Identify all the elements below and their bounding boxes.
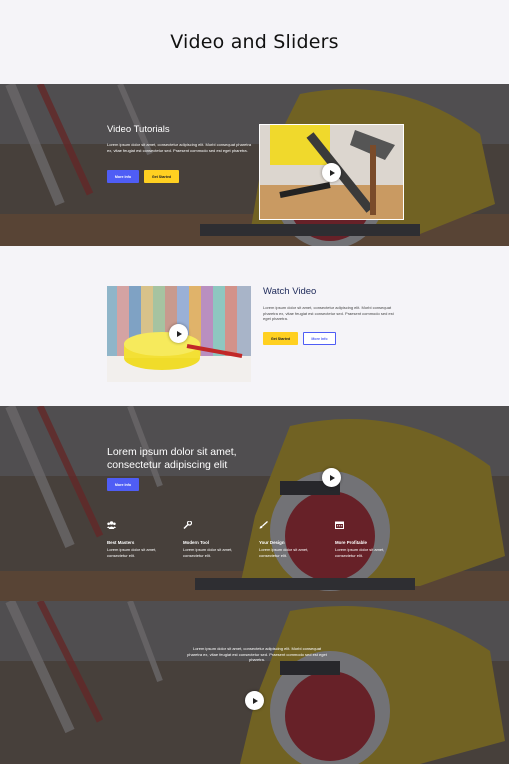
play-button[interactable] [245,691,264,710]
background-overlay [0,406,509,601]
team-icon [107,521,116,529]
get-started-button[interactable]: Get Started [263,332,298,345]
brush-icon [259,521,268,529]
tutorials-heading: Video Tutorials [107,124,170,135]
feature-body: Lorem ipsum dolor sit amet, consectetur … [107,547,157,558]
feature-title: Modern Tool [183,540,210,545]
feature-title: Your Design [259,540,285,545]
background-overlay [0,601,509,764]
hero-heading: Lorem ipsum dolor sit amet, consectetur … [107,446,237,472]
watch-video-body: Lorem ipsum dolor sit amet, consectetur … [263,305,394,322]
feature-title: More Profitable [335,540,367,545]
more-info-button[interactable]: More Info [107,478,139,491]
page-title: Video and Sliders [170,31,339,53]
hero-section: Lorem ipsum dolor sit amet, consectetur … [0,406,509,601]
more-info-button[interactable]: More Info [107,170,139,183]
watch-video-thumbnail[interactable] [107,286,251,382]
hero-heading-line-2: consectetur adipiscing elit [107,459,228,471]
feature-body: Lorem ipsum dolor sit amet, consectetur … [183,547,233,558]
play-button[interactable] [322,163,341,182]
play-button[interactable] [169,324,188,343]
feature-body: Lorem ipsum dolor sit amet, consectetur … [335,547,385,558]
tutorials-body: Lorem ipsum dolor sit amet, consectetur … [107,142,252,153]
feature-item: Your Design Lorem ipsum dolor sit amet, … [259,516,329,558]
more-info-button[interactable]: More Info [303,332,336,345]
get-started-button[interactable]: Get Started [144,170,179,183]
tutorial-video-thumbnail[interactable] [259,124,404,220]
background-overlay [0,84,509,246]
wrench-icon [183,520,193,530]
page-header: Video and Sliders [0,0,509,84]
watch-video-heading: Watch Video [263,286,317,297]
watch-video-section: Watch Video Lorem ipsum dolor sit amet, … [0,262,509,406]
page: Video and Sliders Video Tutorials Lorem … [0,0,509,764]
calendar-icon [335,521,344,529]
video-tutorials-section: Video Tutorials Lorem ipsum dolor sit am… [0,84,509,246]
feature-title: Best Masters [107,540,135,545]
feature-item: Modern Tool Lorem ipsum dolor sit amet, … [183,516,253,558]
feature-item: More Profitable Lorem ipsum dolor sit am… [335,516,405,558]
feature-item: Best Masters Lorem ipsum dolor sit amet,… [107,516,177,558]
hero-heading-line-1: Lorem ipsum dolor sit amet, [107,446,237,458]
play-button[interactable] [322,468,341,487]
slider-section: Lorem ipsum dolor sit amet, consectetur … [0,601,509,764]
slider-body: Lorem ipsum dolor sit amet, consectetur … [187,646,327,663]
feature-body: Lorem ipsum dolor sit amet, consectetur … [259,547,309,558]
